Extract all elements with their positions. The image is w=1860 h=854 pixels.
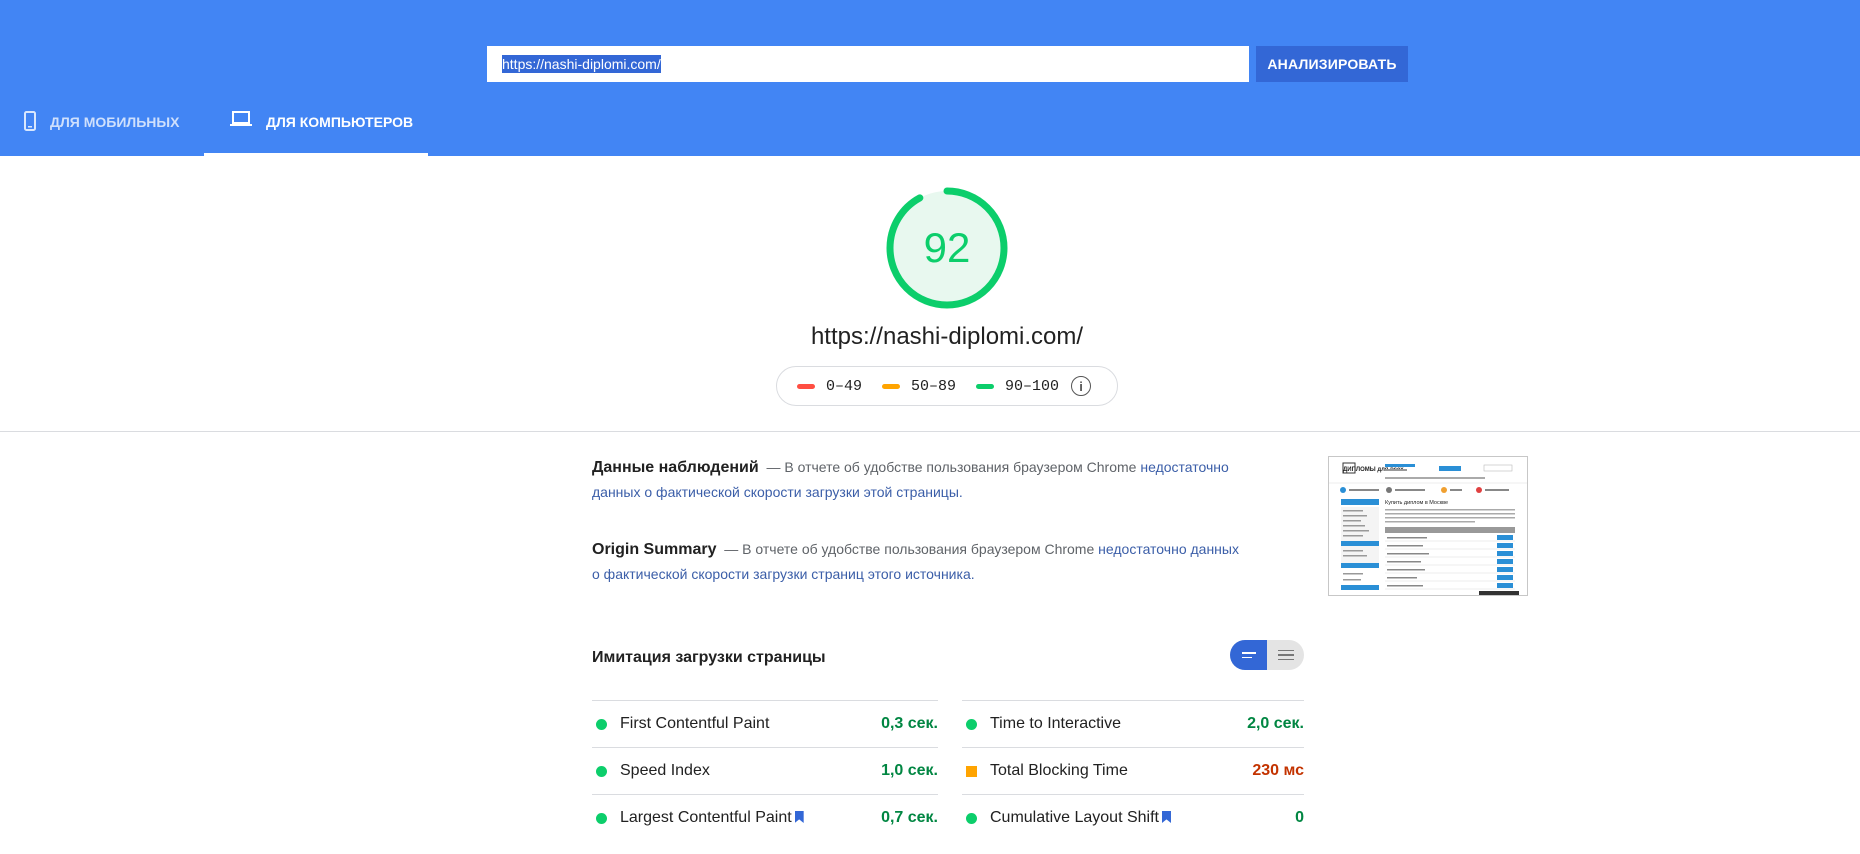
field-data-section: Данные наблюдений — В отчете об удобстве…	[592, 455, 1252, 505]
pass-icon	[966, 718, 977, 730]
expanded-view-icon	[1277, 649, 1294, 652]
origin-summary-link-1[interactable]: недостаточно данных	[1098, 541, 1239, 557]
metric-name: First Contentful Paint	[620, 715, 770, 732]
laptop-icon	[230, 111, 252, 130]
bookmark-icon	[794, 811, 804, 823]
expanded-view-button[interactable]	[1267, 640, 1304, 670]
field-data-link-2[interactable]: данных о фактической скорости загрузки э…	[592, 484, 963, 500]
legend-swatch-fail	[797, 383, 815, 389]
tab-mobile[interactable]: ДЛЯ МОБИЛЬНЫХ	[24, 111, 204, 156]
url-input-value[interactable]: https://nashi-diplomi.com/	[502, 55, 661, 73]
section-divider	[0, 431, 1860, 432]
field-data-title: Данные наблюдений	[592, 459, 759, 476]
url-input[interactable]: https://nashi-diplomi.com/	[487, 46, 1249, 82]
metric-name-wrap: Largest Contentful Paint	[620, 809, 881, 827]
origin-summary-title: Origin Summary	[592, 541, 717, 558]
header-bar: https://nashi-diplomi.com/ АНАЛИЗИРОВАТЬ…	[0, 0, 1860, 156]
tab-desktop[interactable]: ДЛЯ КОМПЬЮТЕРОВ	[204, 111, 428, 156]
analyze-button[interactable]: АНАЛИЗИРОВАТЬ	[1256, 46, 1408, 82]
lab-data-title: Имитация загрузки страницы	[592, 649, 826, 666]
bookmark-icon	[1161, 811, 1171, 823]
field-data-link-1[interactable]: недостаточно	[1140, 459, 1228, 475]
average-icon	[966, 765, 977, 777]
pass-icon	[596, 812, 607, 824]
phone-icon	[24, 111, 36, 134]
score-legend: 0–49 50–89 90–100 i	[776, 366, 1118, 406]
metric-name-wrap: Cumulative Layout Shift	[990, 809, 1295, 827]
metric-name: Time to Interactive	[990, 715, 1122, 732]
info-icon[interactable]: i	[1071, 376, 1092, 396]
metric-value: 0	[1295, 809, 1304, 826]
metric-value: 230 мс	[1252, 762, 1304, 779]
metric-name: Cumulative Layout Shift	[990, 809, 1159, 826]
metric-speed-index[interactable]: Speed Index 1,0 сек.	[592, 747, 938, 794]
tab-mobile-label: ДЛЯ МОБИЛЬНЫХ	[50, 114, 180, 130]
origin-summary-text: — В отчете об удобстве пользования брауз…	[724, 541, 1095, 557]
legend-item-average: 50–89	[882, 378, 956, 395]
metric-value: 2,0 сек.	[1247, 715, 1304, 732]
legend-item-fail: 0–49	[797, 378, 862, 395]
thumbnail-image: ДИПЛОМЫ для всех Купить диплом в Москве	[1329, 457, 1527, 595]
thumbnail-heading: Купить диплом в Москве	[1385, 500, 1448, 506]
compact-view-button[interactable]	[1230, 640, 1267, 670]
metric-name: Total Blocking Time	[990, 762, 1128, 779]
pass-icon	[966, 812, 977, 824]
legend-range-pass: 90–100	[1005, 377, 1060, 395]
metric-name: Largest Contentful Paint	[620, 809, 792, 826]
metric-value: 0,7 сек.	[881, 809, 938, 826]
score-value: 92	[923, 224, 971, 271]
metric-value: 0,3 сек.	[881, 715, 938, 732]
metric-fcp[interactable]: First Contentful Paint 0,3 сек.	[592, 700, 938, 747]
pass-icon	[596, 765, 607, 777]
metric-tti[interactable]: Time to Interactive 2,0 сек.	[962, 700, 1304, 747]
metric-cls[interactable]: Cumulative Layout Shift 0	[962, 794, 1304, 841]
page-screenshot-thumbnail: ДИПЛОМЫ для всех Купить диплом в Москве	[1328, 456, 1528, 596]
metrics-view-toggle[interactable]	[1230, 640, 1304, 670]
legend-range-average: 50–89	[911, 377, 957, 395]
metric-name: Speed Index	[620, 762, 710, 779]
metric-lcp[interactable]: Largest Contentful Paint 0,7 сек.	[592, 794, 938, 841]
field-data-text: — В отчете об удобстве пользования брауз…	[766, 459, 1137, 475]
metric-tbt[interactable]: Total Blocking Time 230 мс	[962, 747, 1304, 794]
legend-item-pass: 90–100	[976, 378, 1059, 395]
metric-value: 1,0 сек.	[881, 762, 938, 779]
legend-swatch-pass	[976, 383, 995, 389]
legend-swatch-average	[882, 383, 901, 389]
origin-summary-link-2[interactable]: о фактической скорости загрузки страниц …	[592, 566, 975, 582]
analyzed-url: https://nashi-diplomi.com/	[810, 323, 1084, 350]
tab-desktop-label: ДЛЯ КОМПЬЮТЕРОВ	[266, 114, 414, 130]
compact-view-icon	[1241, 652, 1256, 654]
origin-summary-section: Origin Summary — В отчете об удобстве по…	[592, 537, 1252, 587]
legend-range-fail: 0–49	[826, 377, 863, 395]
pass-icon	[596, 718, 607, 730]
